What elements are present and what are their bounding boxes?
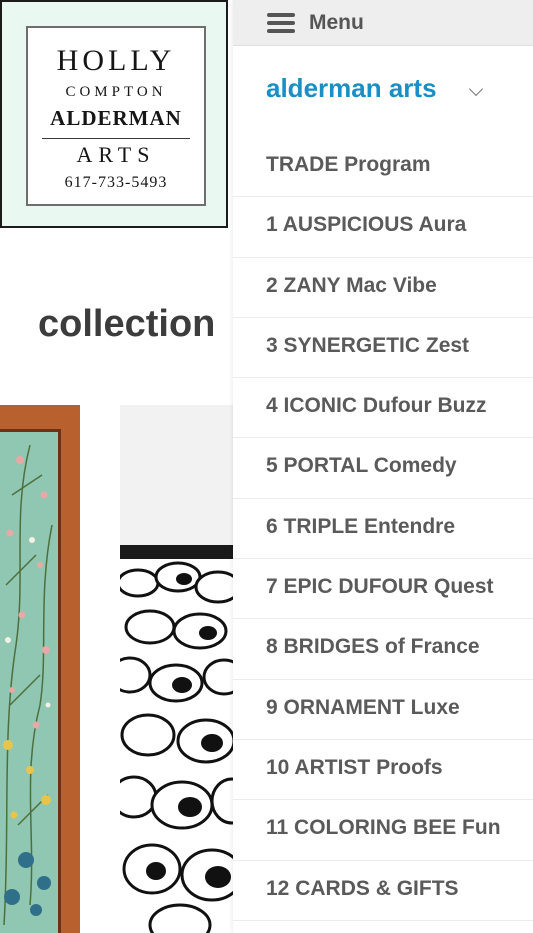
menu-item-coloring-bee-fun[interactable]: 11 COLORING BEE Fun: [233, 800, 533, 861]
menu-item-artist-proofs[interactable]: 10 ARTIST Proofs: [233, 740, 533, 801]
menu-item-label[interactable]: 3 SYNERGETIC Zest: [266, 335, 469, 356]
artwork-pattern: [120, 545, 238, 933]
hamburger-icon[interactable]: [267, 13, 295, 33]
logo-divider: [42, 138, 190, 139]
menu-item-epic-dufour-quest[interactable]: 7 EPIC DUFOUR Quest: [233, 559, 533, 620]
menu-item-portal-comedy[interactable]: 5 PORTAL Comedy: [233, 438, 533, 499]
logo-line-3: ALDERMAN: [50, 106, 182, 130]
menu-item-label[interactable]: 2 ZANY Mac Vibe: [266, 275, 437, 296]
logo-line-1: HOLLY: [56, 44, 176, 77]
page-title: collection: [38, 303, 216, 345]
menu-item-label[interactable]: TRADE Program: [266, 154, 431, 175]
logo-phone: 617-733-5493: [64, 174, 168, 191]
logo-line-4: ARTS: [76, 142, 156, 167]
artwork-thumbnail-chinoiserie[interactable]: [0, 405, 80, 933]
menu-label[interactable]: Menu: [309, 12, 364, 33]
menu-list: TRADE Program 1 AUSPICIOUS Aura 2 ZANY M…: [233, 137, 533, 921]
artwork-floral-pattern: [3, 444, 53, 926]
chevron-down-icon[interactable]: [468, 81, 484, 97]
menu-item-label[interactable]: 4 ICONIC Dufour Buzz: [266, 395, 487, 416]
menu-item-label[interactable]: 6 TRIPLE Entendre: [266, 516, 455, 537]
menu-item-triple-entendre[interactable]: 6 TRIPLE Entendre: [233, 499, 533, 560]
brand-link[interactable]: alderman arts: [266, 75, 437, 101]
logo-line-2: COMPTON: [65, 84, 167, 100]
menu-item-synergetic-zest[interactable]: 3 SYNERGETIC Zest: [233, 318, 533, 379]
artwork-thumbnail-abstract[interactable]: [120, 405, 238, 933]
menu-item-label[interactable]: 5 PORTAL Comedy: [266, 455, 457, 476]
menu-item-label[interactable]: 8 BRIDGES of France: [266, 636, 480, 657]
menu-item-label[interactable]: 10 ARTIST Proofs: [266, 757, 443, 778]
logo-frame: HOLLY COMPTON ALDERMAN ARTS 617-733-5493: [26, 26, 206, 206]
menu-item-label[interactable]: 9 ORNAMENT Luxe: [266, 697, 460, 718]
menu-item-label[interactable]: 7 EPIC DUFOUR Quest: [266, 576, 494, 597]
menu-toggle[interactable]: Menu: [233, 0, 533, 46]
menu-item-label[interactable]: 1 AUSPICIOUS Aura: [266, 214, 466, 235]
menu-item-iconic-dufour-buzz[interactable]: 4 ICONIC Dufour Buzz: [233, 378, 533, 439]
menu-item-cards-gifts[interactable]: 12 CARDS & GIFTS: [233, 861, 533, 921]
menu-item-label[interactable]: 11 COLORING BEE Fun: [266, 817, 501, 838]
site-logo[interactable]: HOLLY COMPTON ALDERMAN ARTS 617-733-5493: [0, 0, 228, 228]
menu-item-label[interactable]: 12 CARDS & GIFTS: [266, 878, 459, 899]
menu-item-bridges-of-france[interactable]: 8 BRIDGES of France: [233, 619, 533, 680]
menu-item-ornament-luxe[interactable]: 9 ORNAMENT Luxe: [233, 680, 533, 740]
menu-item-zany-mac-vibe[interactable]: 2 ZANY Mac Vibe: [233, 258, 533, 318]
menu-item-trade-program[interactable]: TRADE Program: [233, 137, 533, 198]
menu-item-auspicious-aura[interactable]: 1 AUSPICIOUS Aura: [233, 197, 533, 258]
nav-drawer: Menu alderman arts TRADE Program 1 AUSPI…: [233, 0, 533, 933]
